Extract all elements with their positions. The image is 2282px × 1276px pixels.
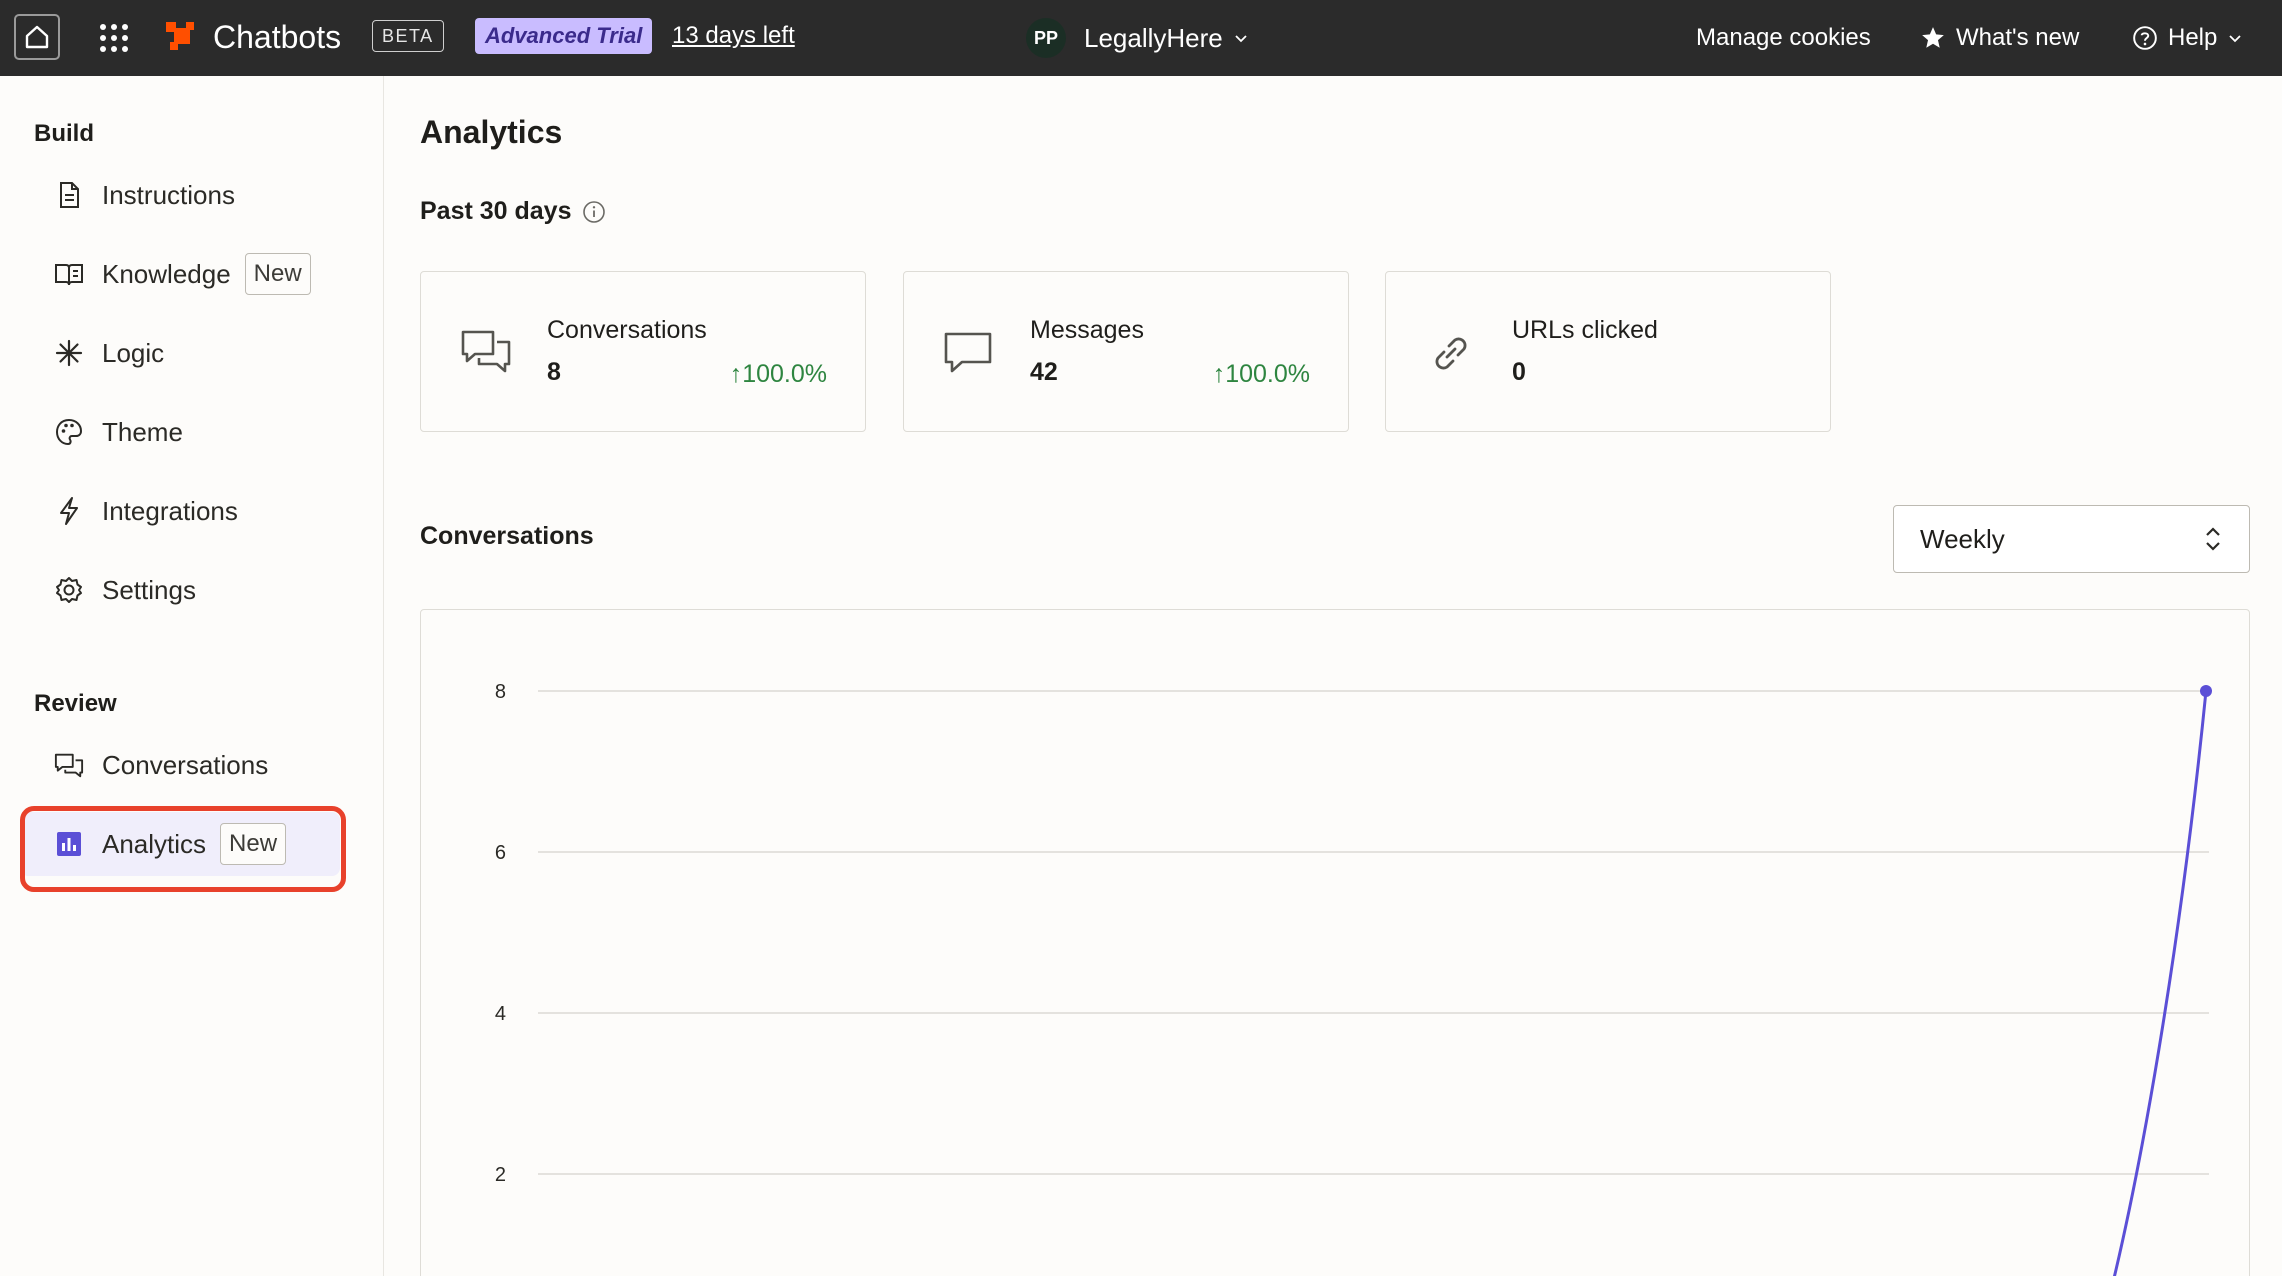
help-label: Help bbox=[2168, 24, 2218, 51]
sidebar-item-label: Logic bbox=[102, 337, 165, 368]
whats-new-button[interactable]: What's new bbox=[1920, 18, 2079, 58]
new-badge: New bbox=[244, 253, 311, 295]
stat-title: Conversations bbox=[547, 316, 707, 344]
sidebar-item-label: Conversations bbox=[102, 749, 269, 780]
sidebar-item-label: Integrations bbox=[102, 495, 238, 526]
highlight-annotation bbox=[20, 806, 346, 892]
home-icon bbox=[25, 25, 49, 49]
chevron-up-down-icon bbox=[2206, 527, 2220, 551]
account-switcher[interactable]: PP LegallyHere bbox=[1026, 14, 1249, 62]
asterisk-icon bbox=[54, 338, 84, 368]
chart-section-title: Conversations bbox=[420, 522, 594, 550]
page-title: Analytics bbox=[420, 114, 563, 150]
manage-cookies-label: Manage cookies bbox=[1696, 24, 1871, 51]
interval-select[interactable]: Weekly bbox=[1893, 505, 2250, 573]
document-icon bbox=[54, 180, 84, 210]
link-icon bbox=[1435, 337, 1467, 370]
book-icon bbox=[54, 259, 84, 289]
period-label: Past 30 days bbox=[420, 197, 606, 226]
stat-value: 42 bbox=[1030, 358, 1058, 386]
sidebar-item-label: Theme bbox=[102, 416, 183, 447]
stat-card-messages: Messages 42 ↑100.0% bbox=[903, 271, 1349, 432]
sidebar-item-logic[interactable]: Logic bbox=[20, 321, 340, 385]
brand-logo bbox=[166, 22, 194, 50]
sidebar-item-theme[interactable]: Theme bbox=[20, 400, 340, 464]
series-line bbox=[2112, 690, 2208, 1276]
line-chart: 8 6 4 2 bbox=[495, 681, 2212, 1276]
sidebar: Build Instructions Knowledge New Logic T… bbox=[0, 76, 384, 1276]
product-name[interactable]: Chatbots bbox=[213, 16, 341, 58]
stat-value: 0 bbox=[1512, 358, 1526, 386]
app-switcher-icon[interactable] bbox=[98, 22, 130, 54]
help-icon bbox=[2133, 26, 2157, 50]
section-title-review: Review bbox=[34, 690, 117, 717]
period-text: Past 30 days bbox=[420, 197, 572, 225]
sidebar-item-knowledge[interactable]: Knowledge New bbox=[20, 242, 340, 306]
avatar: PP bbox=[1026, 18, 1066, 58]
interval-select-value: Weekly bbox=[1920, 523, 2005, 554]
sidebar-item-label: Knowledge bbox=[102, 258, 231, 289]
sidebar-item-label: Settings bbox=[102, 574, 196, 605]
chevron-down-icon bbox=[1235, 35, 1247, 43]
gear-icon bbox=[54, 575, 84, 605]
y-tick-label: 8 bbox=[495, 681, 506, 703]
section-title-build: Build bbox=[34, 120, 94, 147]
stat-title: Messages bbox=[1030, 316, 1144, 344]
y-tick-label: 6 bbox=[495, 842, 506, 864]
stat-card-conversations: Conversations 8 ↑100.0% bbox=[420, 271, 866, 432]
stat-value: 8 bbox=[547, 358, 561, 386]
help-button[interactable]: Help bbox=[2132, 18, 2243, 58]
manage-cookies-link[interactable]: Manage cookies bbox=[1696, 18, 1871, 58]
sidebar-item-instructions[interactable]: Instructions bbox=[20, 163, 340, 227]
stat-card-urls-clicked: URLs clicked 0 bbox=[1385, 271, 1831, 432]
sidebar-item-integrations[interactable]: Integrations bbox=[20, 479, 340, 543]
stat-delta: ↑100.0% bbox=[1212, 360, 1310, 388]
trial-badge: Advanced Trial bbox=[475, 18, 653, 54]
chat-bubbles-icon bbox=[461, 330, 511, 373]
home-button[interactable] bbox=[14, 14, 60, 60]
info-icon[interactable] bbox=[582, 200, 606, 224]
beta-badge: BETA bbox=[372, 20, 444, 52]
stat-title: URLs clicked bbox=[1512, 316, 1658, 344]
palette-icon bbox=[54, 417, 84, 447]
top-bar: Chatbots BETA Advanced Trial 13 days lef… bbox=[0, 0, 2282, 76]
days-left-link[interactable]: 13 days left bbox=[672, 20, 795, 52]
account-name: LegallyHere bbox=[1084, 22, 1223, 53]
stat-delta: ↑100.0% bbox=[729, 360, 827, 388]
sidebar-item-settings[interactable]: Settings bbox=[20, 558, 340, 622]
conversations-chart: 8 6 4 2 bbox=[420, 609, 2250, 1276]
star-icon bbox=[1922, 27, 1944, 48]
bolt-icon bbox=[54, 496, 84, 526]
y-tick-label: 4 bbox=[495, 1003, 506, 1025]
data-point[interactable] bbox=[2200, 685, 2212, 697]
chat-bubbles-icon bbox=[54, 750, 84, 780]
chevron-down-icon bbox=[2229, 35, 2241, 43]
whats-new-label: What's new bbox=[1956, 24, 2080, 51]
sidebar-item-label: Instructions bbox=[102, 179, 235, 210]
y-tick-label: 2 bbox=[495, 1164, 506, 1186]
message-icon bbox=[944, 332, 992, 373]
sidebar-item-conversations[interactable]: Conversations bbox=[20, 733, 340, 797]
